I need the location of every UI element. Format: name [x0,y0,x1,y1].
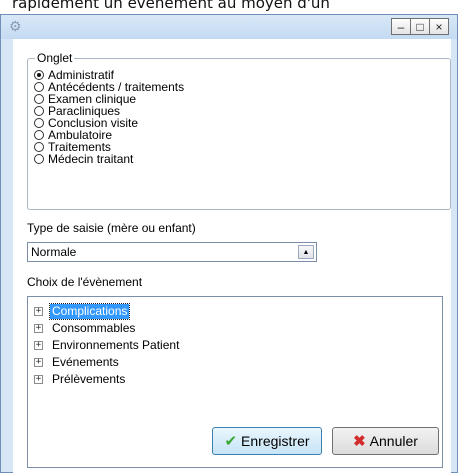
expand-plus-icon[interactable]: + [34,375,43,384]
onglet-group-title: Onglet [35,51,75,65]
tree-list: + Complications + Consommables + Environnem… [34,303,181,388]
expand-plus-icon[interactable]: + [34,324,43,333]
radio-option[interactable]: Médecin traitant [34,153,184,165]
tree-node[interactable]: + Consommables [34,320,181,337]
type-saisie-select[interactable]: Normale ▲ [27,242,317,262]
expand-plus-icon[interactable]: + [34,307,43,316]
window-controls: – □ × [391,18,449,35]
tree-node-label[interactable]: Prélèvements [50,372,127,387]
radio-button[interactable] [34,106,44,116]
dialog-content: Onglet Administratif Antécédents / trait… [13,39,451,473]
maximize-button[interactable]: □ [410,18,430,35]
onglet-groupbox: Onglet Administratif Antécédents / trait… [27,51,451,210]
radio-button[interactable] [34,142,44,152]
tree-node[interactable]: + Evénements [34,354,181,371]
radio-button[interactable] [34,82,44,92]
checkmark-icon: ✔ [224,432,238,450]
tree-node[interactable]: + Environnements Patient [34,337,181,354]
choix-evenement-label: Choix de l'évènement [27,275,143,289]
cancel-button[interactable]: ✖ Annuler [332,427,439,455]
close-button[interactable]: × [429,18,449,35]
cancel-button-label: Annuler [369,433,418,449]
onglet-radio-list: Administratif Antécédents / traitements … [34,69,184,165]
cross-icon: ✖ [353,432,366,450]
tree-node-label[interactable]: Consommables [50,321,137,336]
gear-icon: ⚙ [9,18,22,34]
radio-button[interactable] [34,130,44,140]
title-bar[interactable]: ⚙ – □ × [1,15,457,39]
radio-button[interactable] [34,70,44,80]
tree-node[interactable]: + Complications [34,303,181,320]
radio-button[interactable] [34,94,44,104]
radio-label: Médecin traitant [48,152,134,166]
tree-node-label[interactable]: Complications [48,303,131,320]
tree-node[interactable]: + Prélèvements [34,371,181,388]
type-saisie-label: Type de saisie (mère ou enfant) [27,221,196,235]
save-button[interactable]: ✔ Enregistrer [212,427,322,455]
dialog-window: ⚙ – □ × Onglet Administratif Antécédents… [0,14,458,473]
tree-node-label[interactable]: Evénements [50,355,121,370]
dropdown-arrow-icon[interactable]: ▲ [298,245,314,259]
save-button-label: Enregistrer [241,433,310,449]
type-saisie-value: Normale [31,245,77,259]
expand-plus-icon[interactable]: + [34,358,43,367]
minimize-button[interactable]: – [391,18,411,35]
radio-button[interactable] [34,154,44,164]
expand-plus-icon[interactable]: + [34,341,43,350]
tree-node-label[interactable]: Environnements Patient [50,338,181,353]
radio-button[interactable] [34,118,44,128]
